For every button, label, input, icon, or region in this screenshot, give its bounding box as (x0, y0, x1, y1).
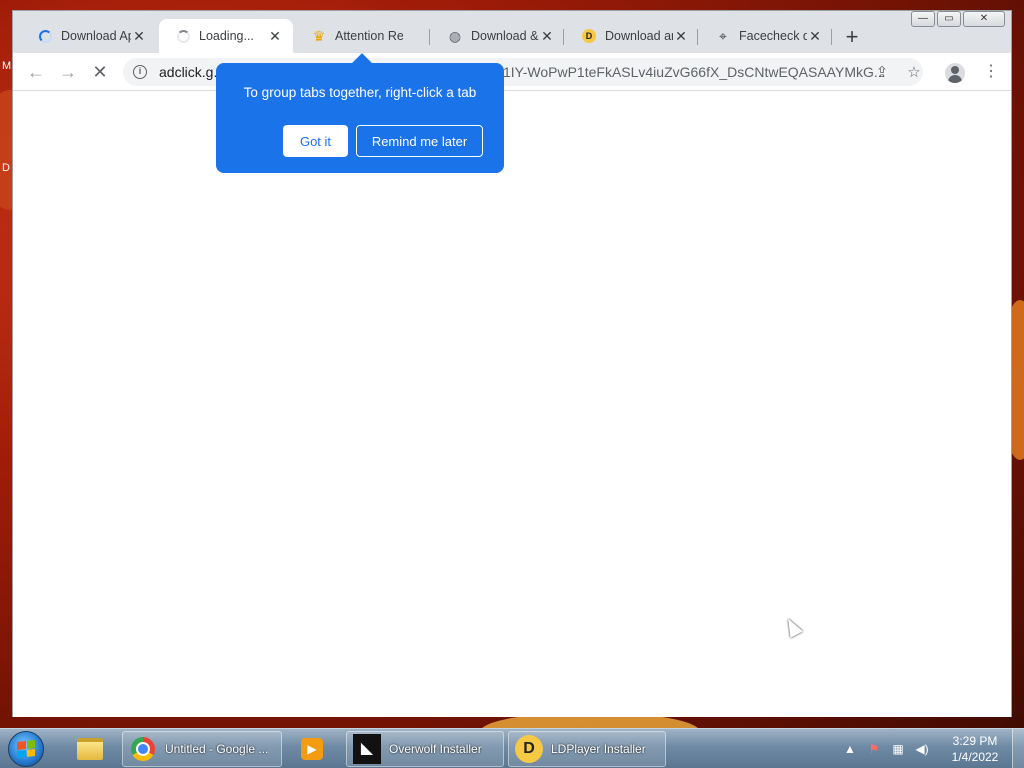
tab-separator (831, 29, 832, 45)
tab-title: Download & (471, 29, 539, 43)
ldplayer-icon: D (581, 28, 597, 44)
tag-icon: ⌖ (719, 27, 727, 44)
spinner-icon (175, 28, 191, 44)
tab-strip: Download Ap ✕ Loading... ✕ ♛ Attention R… (13, 11, 1011, 53)
maximize-button[interactable]: ▭ (937, 11, 961, 27)
taskbar-ldplayer[interactable]: D LDPlayer Installer (508, 731, 666, 767)
tab[interactable]: Download Ap ✕ (21, 19, 157, 53)
clock-time: 3:29 PM (952, 734, 998, 748)
close-tab-icon[interactable]: ✕ (807, 28, 823, 44)
taskbar-label: Overwolf Installer (389, 742, 482, 756)
overwolf-icon: ◣ (353, 734, 381, 764)
close-tab-icon[interactable]: ✕ (131, 28, 147, 44)
bookmark-star-icon[interactable]: ☆ (905, 64, 923, 82)
new-tab-button[interactable]: + (841, 26, 863, 49)
tab-separator (563, 29, 564, 45)
folder-icon (76, 735, 104, 763)
close-window-button[interactable]: ✕ (963, 11, 1005, 27)
taskbar-explorer[interactable] (70, 731, 110, 767)
media-player-icon: ▶ (298, 735, 326, 763)
windows-logo-icon (17, 740, 35, 758)
clock-date: 1/4/2022 (951, 750, 999, 764)
volume-icon[interactable]: ◀) (914, 741, 930, 757)
tab-separator (697, 29, 698, 45)
chrome-icon (129, 735, 157, 763)
show-desktop-button[interactable] (1012, 729, 1024, 768)
url-text-end: 1IY-WoPwP1teFkASLv4iuZvG66fX_DsCNtwEQASA… (503, 64, 886, 80)
tab-title: Download Ap (61, 29, 131, 43)
close-tab-icon[interactable]: ✕ (539, 28, 555, 44)
network-icon[interactable]: ▦ (890, 741, 906, 757)
browser-toolbar: ← → ✕ i adclick.g. 1IY-WoPwP1teFkASLv4iu… (13, 53, 1011, 91)
remind-me-later-button[interactable]: Remind me later (356, 125, 483, 157)
window-controls: — ▭ ✕ (911, 11, 1005, 27)
tab-group-tip-bubble: To group tabs together, right-click a ta… (216, 63, 504, 173)
tab[interactable]: ◍ Download & ✕ (431, 19, 565, 53)
site-info-icon[interactable]: i (133, 65, 147, 79)
tab-title: Download ar (605, 29, 673, 43)
tab-title: Facecheck de (739, 29, 807, 43)
taskbar-clock[interactable]: 3:29 PM 1/4/2022 (940, 733, 1010, 765)
crown-icon: ♛ (312, 27, 326, 44)
ldplayer-icon: D (515, 735, 543, 763)
taskbar-chrome[interactable]: Untitled - Google ... (122, 731, 282, 767)
action-center-flag-icon[interactable]: ⚑ (866, 741, 882, 757)
page-content (13, 91, 1011, 717)
tab[interactable]: D Download ar ✕ (565, 19, 699, 53)
stop-loading-button[interactable]: ✕ (89, 61, 111, 83)
desktop-icon-label[interactable]: D (2, 162, 10, 174)
profile-avatar-icon[interactable] (945, 63, 965, 83)
tip-text: To group tabs together, right-click a ta… (243, 85, 477, 100)
tab-separator (429, 29, 430, 45)
tab[interactable]: ♛ Attention Re ✕ (295, 19, 429, 53)
close-tab-icon[interactable]: ✕ (673, 28, 689, 44)
spinner-icon (37, 28, 53, 44)
taskbar-media-player[interactable]: ▶ (290, 731, 334, 767)
chrome-window: Download Ap ✕ Loading... ✕ ♛ Attention R… (12, 10, 1012, 717)
share-icon[interactable]: ⇪ (873, 64, 891, 82)
back-button[interactable]: ← (25, 61, 47, 83)
tab-active[interactable]: Loading... ✕ (159, 19, 293, 53)
got-it-button[interactable]: Got it (283, 125, 348, 157)
url-text-start: adclick.g. (159, 64, 218, 80)
menu-kebab-icon[interactable]: ⋮ (983, 62, 999, 82)
system-tray: ▲ ⚑ ▦ ◀) (842, 729, 930, 768)
minimize-button[interactable]: — (911, 11, 935, 27)
close-tab-icon[interactable]: ✕ (267, 28, 283, 44)
tab-title: Loading... (199, 29, 254, 43)
tab-title: Attention Re (335, 29, 403, 43)
taskbar-overwolf[interactable]: ◣ Overwolf Installer (346, 731, 504, 767)
taskbar-label: Untitled - Google ... (165, 742, 269, 756)
desktop-icon-label[interactable]: M (2, 60, 11, 72)
tab[interactable]: ⌖ Facecheck de ✕ (699, 19, 833, 53)
forward-button[interactable]: → (57, 61, 79, 83)
show-hidden-icons-icon[interactable]: ▲ (842, 741, 858, 757)
taskbar-label: LDPlayer Installer (551, 742, 646, 756)
globe-icon: ◍ (448, 27, 462, 44)
start-button[interactable] (8, 731, 44, 767)
taskbar: Untitled - Google ... ▶ ◣ Overwolf Insta… (0, 728, 1024, 768)
